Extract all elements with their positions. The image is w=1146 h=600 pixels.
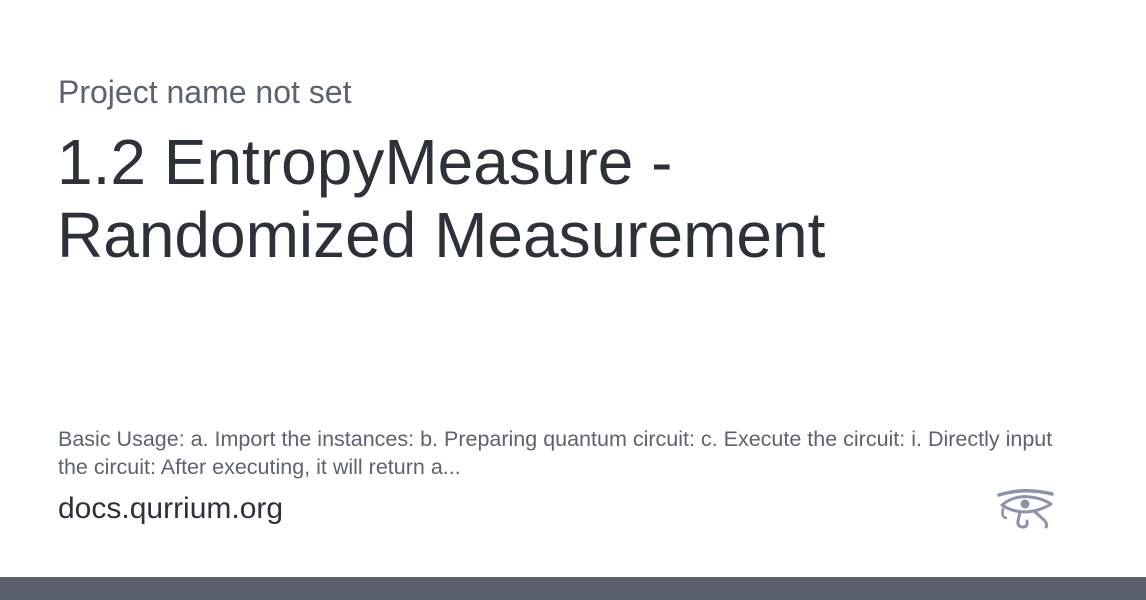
project-name: Project name not set — [58, 74, 352, 110]
bottom-bar — [0, 577, 1146, 600]
eye-of-horus-icon — [996, 487, 1056, 533]
page-description: Basic Usage: a. Import the instances: b.… — [58, 427, 1053, 479]
social-preview-card: Project name not set 1.2 EntropyMeasure … — [0, 0, 1146, 577]
page-title: 1.2 EntropyMeasure - Randomized Measurem… — [57, 126, 826, 271]
site-domain: docs.qurrium.org — [58, 492, 284, 525]
